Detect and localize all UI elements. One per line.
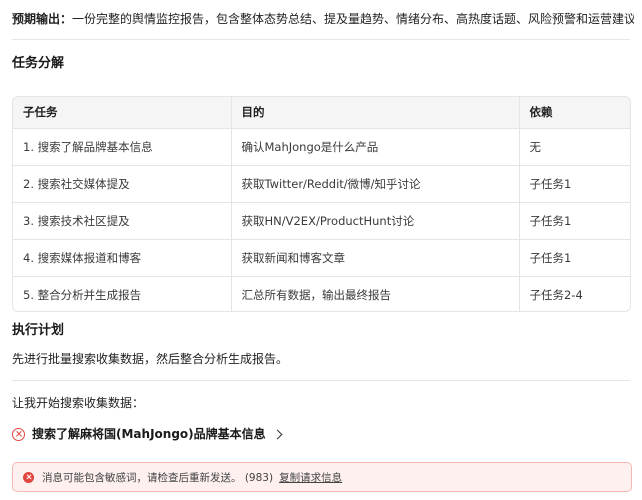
table-cell: 1. 搜索了解品牌基本信息 bbox=[13, 128, 232, 166]
table-header-row: 子任务 目的 依赖 bbox=[13, 97, 630, 129]
table-cell: 子任务1 bbox=[519, 202, 630, 240]
task-step-label: 搜索了解麻将国(MahJongo)品牌基本信息 bbox=[32, 427, 266, 441]
table-row: 1. 搜索了解品牌基本信息 确认MahJongo是什么产品 无 bbox=[13, 128, 630, 166]
table-cell: 获取HN/V2EX/ProductHunt讨论 bbox=[231, 202, 520, 240]
table-row: 3. 搜索技术社区提及 获取HN/V2EX/ProductHunt讨论 子任务1 bbox=[13, 202, 630, 240]
table-cell: 2. 搜索社交媒体提及 bbox=[13, 165, 232, 203]
table-cell: 无 bbox=[519, 128, 630, 166]
expected-output: 预期输出：一份完整的舆情监控报告，包含整体态势总结、提及量趋势、情绪分布、高热度… bbox=[12, 10, 634, 28]
expected-output-label: 预期输出 bbox=[12, 12, 61, 26]
divider bbox=[12, 39, 630, 40]
table-row: 4. 搜索媒体报道和博客 获取新闻和博客文章 子任务1 bbox=[13, 239, 630, 277]
task-breakdown-heading: 任务分解 bbox=[12, 56, 65, 71]
error-banner: 消息可能包含敏感词，请检查后重新发送。 (983) 复制请求信息 bbox=[12, 462, 632, 492]
copy-request-info-link[interactable]: 复制请求信息 bbox=[279, 470, 342, 485]
column-header-subtask: 子任务 bbox=[13, 97, 232, 129]
table-row: 2. 搜索社交媒体提及 获取Twitter/Reddit/微博/知乎讨论 子任务… bbox=[13, 165, 630, 203]
task-table: 子任务 目的 依赖 1. 搜索了解品牌基本信息 确认MahJongo是什么产品 … bbox=[12, 96, 631, 312]
chevron-right-icon bbox=[272, 429, 283, 440]
table-cell: 4. 搜索媒体报道和博客 bbox=[13, 239, 232, 277]
table-cell: 3. 搜索技术社区提及 bbox=[13, 202, 232, 240]
table-cell: 子任务2-4 bbox=[529, 287, 583, 302]
execution-plan-heading: 执行计划 bbox=[12, 323, 65, 338]
table-cell: 子任务1 bbox=[519, 239, 630, 277]
error-icon bbox=[23, 471, 34, 483]
table-cell: 子任务1 bbox=[519, 165, 630, 203]
table-cell: 获取新闻和博客文章 bbox=[231, 239, 520, 277]
error-message: 消息可能包含敏感词，请检查后重新发送。 (983) bbox=[42, 471, 274, 484]
table-cell: 汇总所有数据，输出最终报告 bbox=[231, 276, 520, 311]
error-circle-icon bbox=[12, 427, 25, 441]
expected-output-text: 一份完整的舆情监控报告，包含整体态势总结、提及量趋势、情绪分布、高热度话题、风险… bbox=[72, 12, 634, 26]
execution-plan-text: 先进行批量搜索收集数据，然后整合分析生成报告。 bbox=[12, 352, 289, 366]
table-cell: 获取Twitter/Reddit/微博/知乎讨论 bbox=[231, 165, 520, 203]
table-row: 5. 整合分析并生成报告 汇总所有数据，输出最终报告 子任务2-4 bbox=[13, 276, 630, 311]
column-header-dependency: 依赖 bbox=[519, 97, 630, 129]
start-text: 让我开始搜索收集数据： bbox=[12, 396, 145, 410]
table-cell: 5. 整合分析并生成报告 bbox=[13, 276, 232, 311]
column-header-purpose: 目的 bbox=[231, 97, 520, 129]
divider bbox=[12, 380, 630, 381]
task-step-item[interactable]: 搜索了解麻将国(MahJongo)品牌基本信息 bbox=[12, 425, 283, 443]
table-cell: 确认MahJongo是什么产品 bbox=[231, 128, 520, 166]
